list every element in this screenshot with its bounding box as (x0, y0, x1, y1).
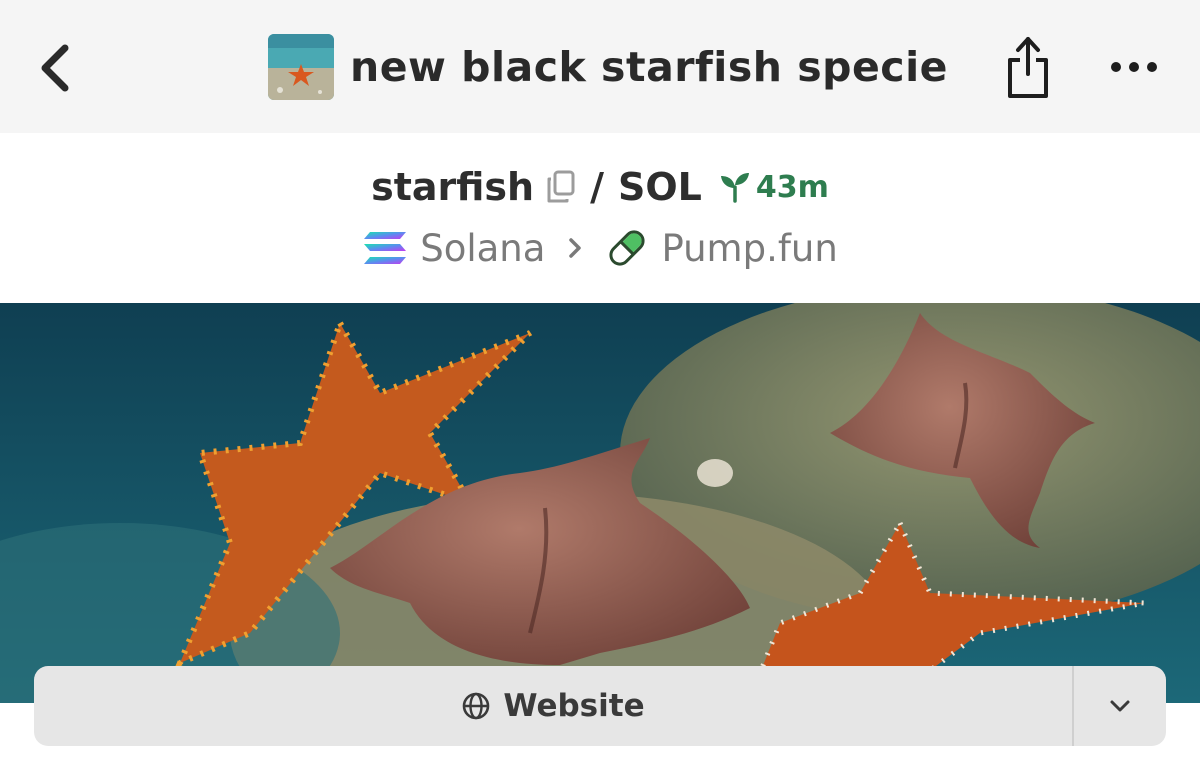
back-button[interactable] (30, 38, 80, 98)
website-button[interactable]: Website (34, 666, 1072, 746)
share-icon (1008, 37, 1048, 98)
links-dropdown-button[interactable] (1074, 666, 1166, 746)
more-horizontal-icon (1111, 62, 1157, 72)
share-button[interactable] (1000, 32, 1056, 102)
quote-symbol: SOL (618, 165, 702, 209)
token-thumbnail (268, 34, 334, 100)
pill-icon (605, 226, 649, 270)
chevron-down-icon (1110, 700, 1130, 712)
more-button[interactable] (1104, 44, 1164, 90)
token-banner-image (0, 303, 1200, 703)
solana-icon (362, 229, 408, 267)
chain-row: Solana Pump.fun (0, 222, 1200, 274)
pair-separator: / (590, 165, 604, 209)
globe-icon (461, 691, 491, 721)
dex-name[interactable]: Pump.fun (661, 227, 837, 270)
base-symbol: starfish (371, 165, 535, 209)
header-bar: new black starfish specie (0, 0, 1200, 133)
pair-age: 43m (755, 169, 829, 205)
token-title-group: new black starfish specie (268, 33, 948, 101)
copy-icon (547, 170, 575, 203)
chevron-right-icon (567, 236, 583, 260)
pair-row: starfish / SOL 43m (0, 160, 1200, 214)
chain-name[interactable]: Solana (420, 227, 545, 270)
chevron-left-icon (41, 44, 69, 92)
website-label: Website (503, 688, 645, 724)
page-title: new black starfish specie (350, 43, 948, 91)
copy-address-button[interactable] (546, 170, 576, 204)
seedling-icon (720, 173, 749, 203)
pair-age-badge: 43m (718, 170, 829, 205)
links-bar: Website (34, 666, 1166, 746)
